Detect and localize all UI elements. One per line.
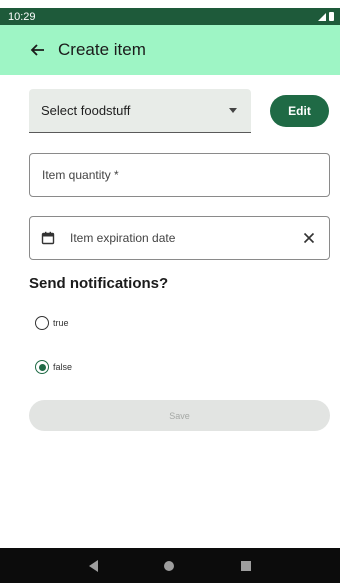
radio-label-false: false bbox=[53, 362, 73, 372]
arrow-back-icon[interactable] bbox=[26, 38, 50, 62]
radio-option-false[interactable]: false bbox=[35, 360, 72, 374]
foodstuff-select[interactable]: Select foodstuff bbox=[29, 89, 251, 133]
foodstuff-select-value: Select foodstuff bbox=[41, 103, 131, 118]
system-nav-bar bbox=[0, 548, 340, 583]
signal-icon bbox=[318, 12, 326, 21]
item-quantity-placeholder: Item quantity * bbox=[42, 168, 119, 182]
save-button[interactable]: Save bbox=[29, 400, 330, 431]
calendar-icon bbox=[40, 230, 56, 246]
dropdown-arrow-icon bbox=[229, 108, 237, 113]
app-bar: Create item bbox=[0, 25, 340, 75]
nav-back-icon[interactable] bbox=[89, 559, 99, 572]
page-title: Create item bbox=[58, 40, 146, 59]
notifications-title: Send notifications? bbox=[29, 275, 169, 292]
nav-home-icon[interactable] bbox=[164, 560, 175, 571]
item-quantity-field[interactable]: Item quantity * bbox=[29, 153, 330, 197]
radio-option-true[interactable]: true bbox=[35, 316, 69, 330]
battery-icon bbox=[329, 12, 334, 21]
radio-selected-dot bbox=[38, 363, 46, 371]
item-expiration-date-field[interactable]: Item expiration date bbox=[29, 216, 330, 260]
radio-label-true: true bbox=[53, 318, 69, 328]
nav-recents-icon[interactable] bbox=[240, 560, 251, 571]
screen: 10:29 Create item Select foodstuff Edit … bbox=[0, 0, 340, 583]
edit-button[interactable]: Edit bbox=[270, 95, 329, 127]
status-time: 10:29 bbox=[8, 10, 36, 23]
item-expiration-date-placeholder: Item expiration date bbox=[70, 231, 176, 245]
radio-button-true[interactable] bbox=[35, 316, 49, 330]
status-icons bbox=[318, 12, 334, 21]
close-icon[interactable] bbox=[301, 230, 317, 246]
radio-button-false[interactable] bbox=[35, 360, 49, 374]
status-bar: 10:29 bbox=[0, 8, 340, 25]
